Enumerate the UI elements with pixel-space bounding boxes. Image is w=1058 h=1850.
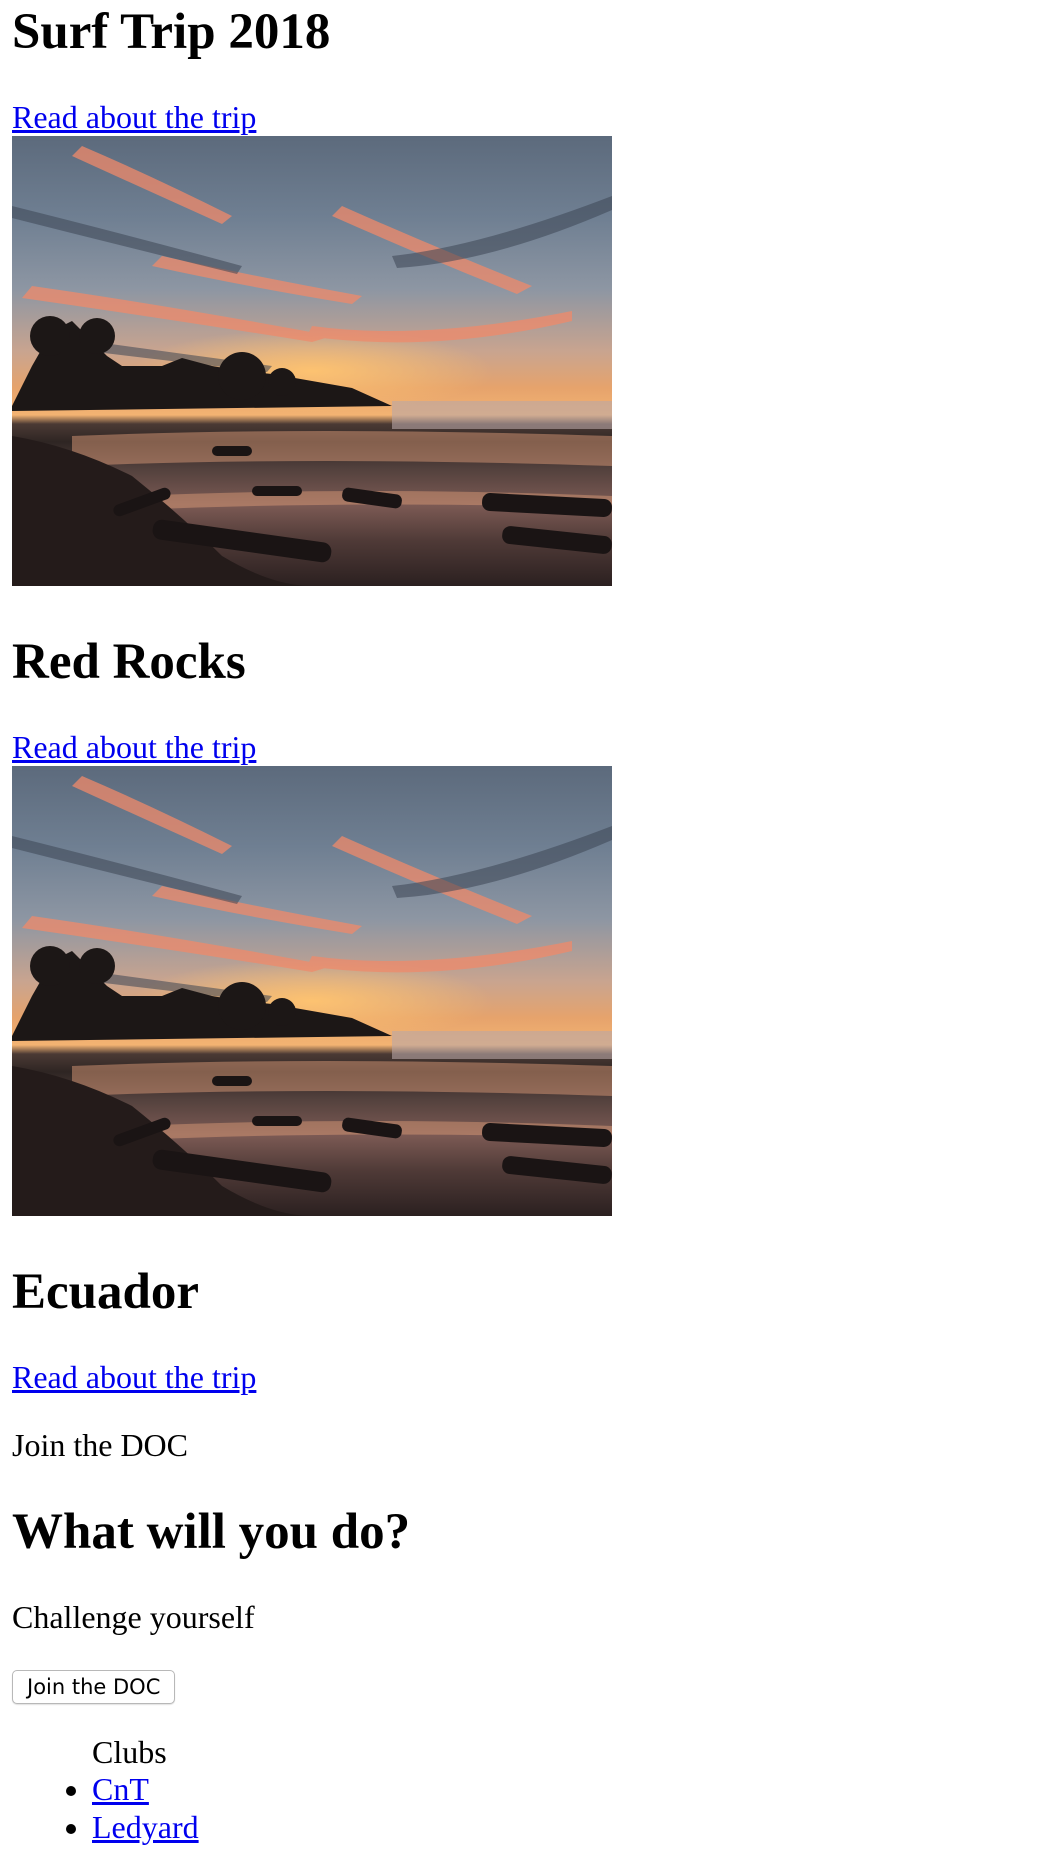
read-about-trip-link[interactable]: Read about the trip (12, 98, 256, 136)
read-about-trip-link[interactable]: Read about the trip (12, 728, 256, 766)
trip-title-surf-trip-2018: Surf Trip 2018 (12, 4, 331, 60)
read-about-trip-link[interactable]: Read about the trip (12, 1358, 256, 1396)
list-item: CnT (92, 1770, 199, 1808)
trip-photo-sunset-beach (12, 136, 612, 586)
trip-title-ecuador: Ecuador (12, 1264, 200, 1320)
club-link-ledyard[interactable]: Ledyard (92, 1809, 199, 1845)
trip-title-red-rocks: Red Rocks (12, 634, 246, 690)
what-will-you-do-heading: What will you do? (12, 1504, 411, 1560)
trip-photo-sunset-beach (12, 766, 612, 1216)
club-link-cnt[interactable]: CnT (92, 1771, 149, 1807)
list-item: Ledyard (92, 1808, 199, 1846)
join-doc-button[interactable]: Join the DOC (12, 1670, 176, 1704)
challenge-yourself-text: Challenge yourself (12, 1599, 255, 1635)
clubs-list: Clubs CnT Ledyard (12, 1734, 199, 1846)
join-doc-text: Join the DOC (12, 1427, 188, 1463)
clubs-heading: Clubs (92, 1734, 167, 1770)
